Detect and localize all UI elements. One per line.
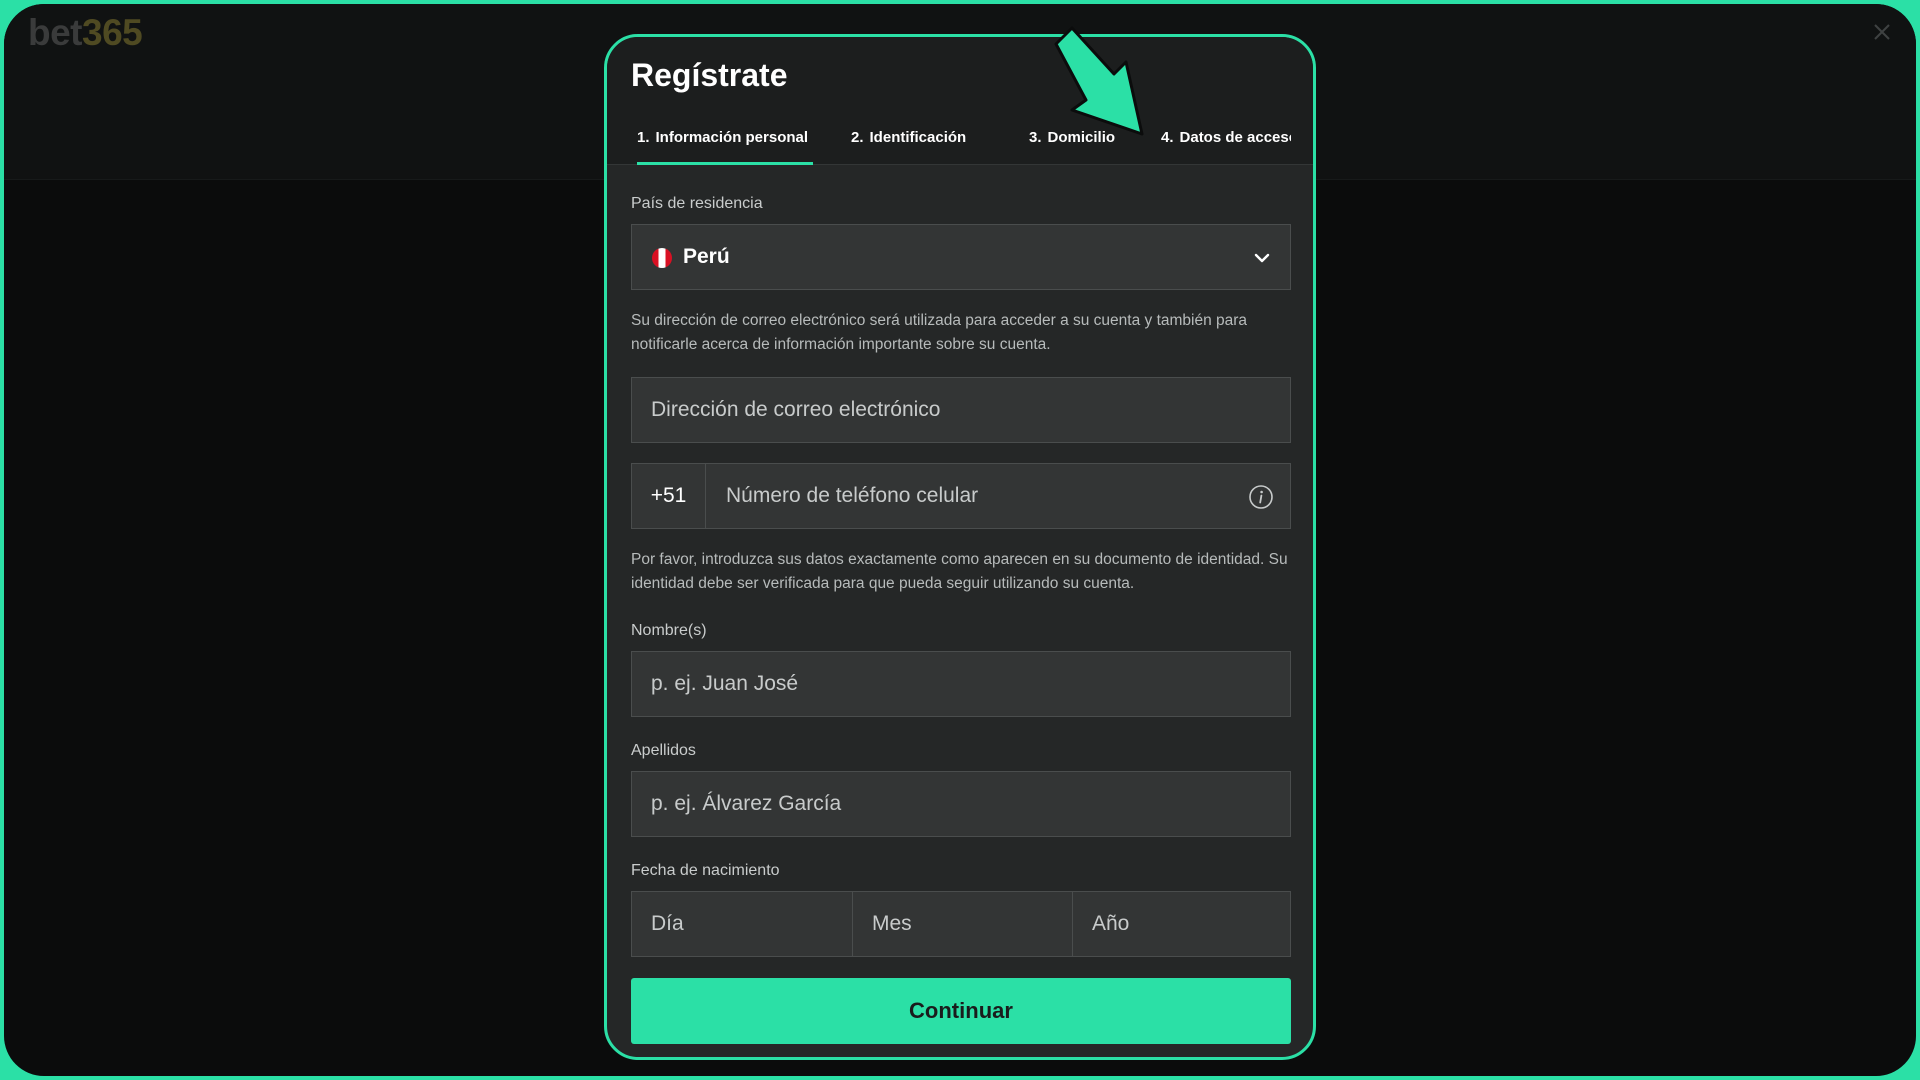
tab-number: 4.: [1161, 129, 1174, 146]
tab-personal-info[interactable]: 1. Información personal: [637, 129, 813, 165]
tab-label: Identificación: [869, 129, 967, 146]
registration-modal: Regístrate 1. Información personal 2. Iden…: [604, 34, 1316, 1060]
logo-text-365: 365: [82, 12, 143, 53]
logo-text-bet: bet: [28, 12, 83, 53]
birth-month-input[interactable]: Mes: [852, 892, 1072, 956]
email-help-text: Su dirección de correo electrónico será …: [631, 312, 1248, 353]
email-placeholder: Dirección de correo electrónico: [651, 398, 941, 421]
phone-prefix: +51: [632, 464, 706, 528]
close-icon-glyph: [1874, 24, 1890, 40]
first-name-placeholder: p. ej. Juan José: [651, 672, 799, 695]
modal-header: Regístrate 1. Información personal 2. Iden…: [607, 37, 1313, 165]
page-background: bet365 Regístrate 1. Información personal…: [4, 4, 1916, 1076]
birth-year-input[interactable]: Año: [1072, 892, 1290, 956]
country-label: País de residencia: [631, 195, 763, 212]
birth-day-input[interactable]: Día: [632, 892, 852, 956]
identity-help-text: Por favor, introduzca sus datos exactame…: [631, 551, 1288, 592]
first-name-field[interactable]: p. ej. Juan José: [631, 651, 1291, 717]
birth-date-field: Día Mes Año: [631, 891, 1291, 957]
birth-date-label: Fecha de nacimiento: [631, 862, 780, 879]
modal-title: Regístrate: [631, 57, 788, 93]
email-field[interactable]: Dirección de correo electrónico: [631, 377, 1291, 443]
bet365-logo: bet365: [28, 12, 143, 54]
last-name-label: Apellidos: [631, 742, 696, 759]
chevron-down-icon: [1254, 253, 1270, 263]
tab-number: 2.: [851, 129, 864, 146]
tab-number: 1.: [637, 129, 650, 146]
first-name-label: Nombre(s): [631, 622, 707, 639]
tab-number: 3.: [1029, 129, 1042, 146]
close-icon[interactable]: [1870, 20, 1894, 44]
tab-access-data[interactable]: 4. Datos de acceso: [1161, 129, 1291, 165]
arrow-pointer-icon: [1054, 26, 1144, 136]
registration-steps: 1. Información personal 2. Identificación …: [631, 129, 1291, 165]
country-select[interactable]: Perú: [631, 224, 1291, 290]
peru-flag-icon: [652, 248, 672, 268]
last-name-placeholder: p. ej. Álvarez García: [651, 792, 842, 815]
phone-field[interactable]: +51 Número de teléfono celular: [631, 463, 1291, 529]
tab-identification[interactable]: 2. Identificación: [851, 129, 966, 165]
last-name-field[interactable]: p. ej. Álvarez García: [631, 771, 1291, 837]
info-icon[interactable]: [1248, 484, 1274, 510]
continue-button[interactable]: Continuar: [631, 978, 1291, 1044]
phone-placeholder: Número de teléfono celular: [726, 484, 979, 507]
tab-label: Información personal: [655, 129, 809, 146]
tab-label: Datos de acceso: [1179, 129, 1291, 146]
country-value: Perú: [683, 245, 730, 268]
